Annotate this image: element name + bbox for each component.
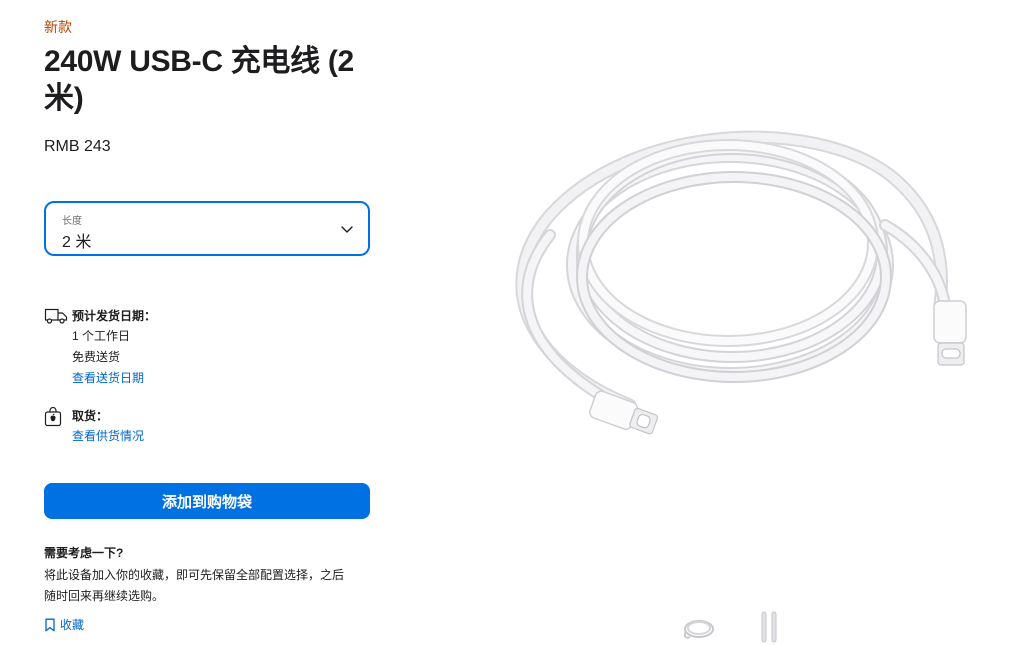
add-to-bag-button[interactable]: 添加到购物袋 bbox=[44, 483, 370, 519]
thumbnail-coiled-cable[interactable] bbox=[678, 610, 720, 644]
truck-icon bbox=[44, 308, 68, 324]
product-title: 240W USB-C 充电线 (2 米) bbox=[44, 45, 354, 115]
length-select-value: 2 米 bbox=[62, 234, 92, 251]
product-price: RMB 243 bbox=[44, 138, 111, 155]
new-badge: 新款 bbox=[44, 19, 72, 35]
delivery-details: 预计发货日期： 1 个工作日 免费送货 查看送货日期 bbox=[72, 306, 156, 389]
thumbnail-connectors[interactable] bbox=[748, 610, 790, 644]
consider-section: 需要考虑一下? 将此设备加入你的收藏，即可先保留全部配置选择，之后随时回来再继续… bbox=[44, 545, 364, 607]
length-select-label: 长度 bbox=[62, 216, 82, 227]
delivery-heading: 预计发货日期： bbox=[72, 309, 157, 323]
length-select[interactable]: 长度 2 米 bbox=[44, 201, 370, 256]
consider-text: 将此设备加入你的收藏，即可先保留全部配置选择，之后随时回来再继续选购。 bbox=[44, 568, 345, 603]
image-thumbnails bbox=[678, 610, 790, 644]
apple-bag-icon bbox=[44, 407, 62, 427]
view-availability-link[interactable]: 查看供货情况 bbox=[72, 426, 144, 447]
view-delivery-dates-link[interactable]: 查看送货日期 bbox=[72, 368, 156, 389]
delivery-free-shipping: 免费送货 bbox=[72, 350, 121, 364]
chevron-down-icon bbox=[341, 226, 353, 233]
consider-heading: 需要考虑一下? bbox=[44, 546, 124, 560]
save-to-favorites-link[interactable]: 收藏 bbox=[44, 616, 84, 633]
product-image bbox=[515, 130, 967, 435]
save-label: 收藏 bbox=[60, 618, 85, 632]
bookmark-icon bbox=[45, 618, 55, 631]
delivery-days: 1 个工作日 bbox=[72, 329, 131, 343]
pickup-heading: 取货： bbox=[72, 409, 109, 423]
pickup-details: 取货： 查看供货情况 bbox=[72, 406, 144, 447]
